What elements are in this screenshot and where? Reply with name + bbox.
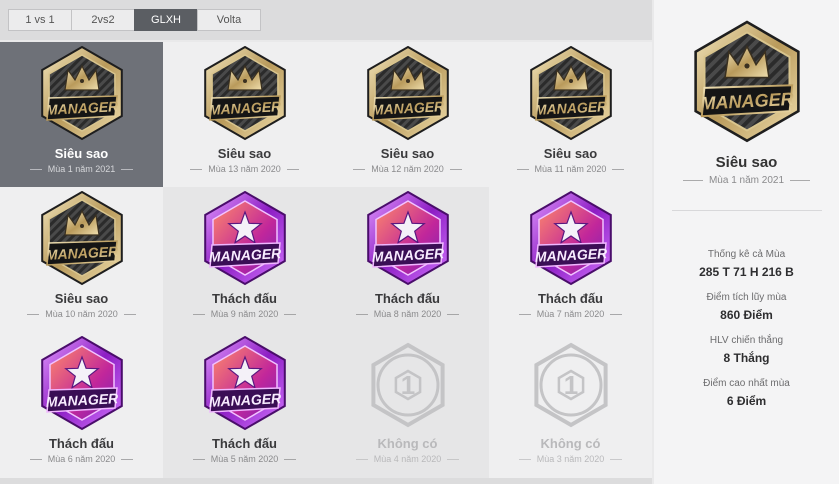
season-detail-panel: MANAGER Siêu sao Mùa 1 năm 2021 Thống kê…	[654, 0, 839, 484]
season-card-subtitle: Mùa 1 năm 2021	[47, 164, 116, 174]
season-card[interactable]: 1 Không có Mùa 4 năm 2020	[326, 332, 489, 478]
stat-value-points: 860 Điểm	[720, 308, 773, 322]
stat-value-season-record: 285 T 71 H 216 B	[699, 265, 794, 279]
detail-title: Siêu sao	[715, 154, 778, 171]
season-card-title: Thách đấu	[48, 436, 114, 451]
manager-crown-badge-icon: MANAGER	[40, 46, 123, 141]
season-card[interactable]: MANAGER Thách đấu Mùa 5 năm 2020	[163, 332, 326, 478]
season-card-subtitle: Mùa 9 năm 2020	[210, 309, 279, 319]
season-grid: MANAGER Siêu sao Mùa 1 năm 2021 MANAGER …	[0, 42, 652, 478]
stat-value-best-score: 6 Điểm	[726, 394, 767, 408]
manager-crown-badge-icon: MANAGER	[203, 46, 286, 141]
season-card-title: Siêu sao	[54, 291, 109, 306]
divider	[671, 210, 822, 211]
season-card[interactable]: MANAGER Thách đấu Mùa 8 năm 2020	[326, 187, 489, 332]
season-stats: Thống kê cả Mùa 285 T 71 H 216 B Điểm tí…	[699, 249, 794, 421]
season-card-title: Không có	[540, 436, 601, 451]
manager-star-badge-icon: MANAGER	[529, 191, 612, 286]
stat-value-manager-wins: 8 Thắng	[723, 351, 770, 365]
season-card-title: Siêu sao	[217, 146, 272, 161]
season-card-subtitle: Mùa 12 năm 2020	[371, 164, 444, 174]
manager-crown-badge-icon: MANAGER	[366, 46, 449, 141]
season-card-title: Siêu sao	[543, 146, 598, 161]
season-card-title: Thách đấu	[374, 291, 440, 306]
season-card-subtitle: Mùa 10 năm 2020	[45, 309, 118, 319]
season-card[interactable]: MANAGER Siêu sao Mùa 13 năm 2020	[163, 42, 326, 187]
season-card[interactable]: MANAGER Thách đấu Mùa 7 năm 2020	[489, 187, 652, 332]
manager-crown-badge-icon: MANAGER	[40, 191, 123, 286]
manager-crown-badge-icon: MANAGER	[693, 20, 800, 143]
season-card[interactable]: MANAGER Siêu sao Mùa 10 năm 2020	[0, 187, 163, 332]
season-card-title: Siêu sao	[380, 146, 435, 161]
season-card-subtitle: Mùa 5 năm 2020	[210, 454, 279, 464]
season-card[interactable]: MANAGER Siêu sao Mùa 1 năm 2021	[0, 42, 163, 187]
season-card-subtitle: Mùa 3 năm 2020	[536, 454, 605, 464]
tab-2vs2[interactable]: 2vs2	[71, 9, 135, 31]
season-history-screen: 1 vs 1 2vs2 GLXH Volta MANAGER Siêu sao …	[0, 0, 839, 484]
stat-label-best-score: Điểm cao nhất mùa	[703, 378, 790, 389]
season-card-title: Thách đấu	[211, 436, 277, 451]
manager-crown-badge-icon: MANAGER	[529, 46, 612, 141]
empty-ball-badge-icon: 1	[533, 342, 608, 428]
season-card-subtitle: Mùa 8 năm 2020	[373, 309, 442, 319]
season-card-subtitle: Mùa 6 năm 2020	[47, 454, 116, 464]
season-card[interactable]: MANAGER Siêu sao Mùa 11 năm 2020	[489, 42, 652, 187]
season-card-subtitle: Mùa 7 năm 2020	[536, 309, 605, 319]
manager-star-badge-icon: MANAGER	[40, 336, 123, 431]
season-card-title: Không có	[377, 436, 438, 451]
stat-label-points: Điểm tích lũy mùa	[706, 292, 787, 303]
tab-glxh[interactable]: GLXH	[134, 9, 198, 31]
season-card[interactable]: MANAGER Thách đấu Mùa 9 năm 2020	[163, 187, 326, 332]
svg-text:1: 1	[400, 370, 414, 400]
stat-label-manager-wins: HLV chiến thắng	[709, 335, 784, 346]
manager-star-badge-icon: MANAGER	[203, 336, 286, 431]
svg-text:1: 1	[563, 370, 577, 400]
season-card[interactable]: 1 Không có Mùa 3 năm 2020	[489, 332, 652, 478]
manager-star-badge-icon: MANAGER	[203, 191, 286, 286]
empty-ball-badge-icon: 1	[370, 342, 445, 428]
manager-star-badge-icon: MANAGER	[366, 191, 449, 286]
season-card[interactable]: MANAGER Siêu sao Mùa 12 năm 2020	[326, 42, 489, 187]
season-card-title: Siêu sao	[54, 146, 109, 161]
bottom-border	[0, 478, 652, 484]
tab-1vs1[interactable]: 1 vs 1	[8, 9, 72, 31]
season-card-subtitle: Mùa 4 năm 2020	[373, 454, 442, 464]
season-card[interactable]: MANAGER Thách đấu Mùa 6 năm 2020	[0, 332, 163, 478]
stat-label-season-record: Thống kê cả Mùa	[707, 249, 786, 260]
season-card-subtitle: Mùa 11 năm 2020	[534, 164, 607, 174]
season-card-title: Thách đấu	[537, 291, 603, 306]
season-card-subtitle: Mùa 13 năm 2020	[208, 164, 281, 174]
detail-subtitle: Mùa 1 năm 2021	[708, 175, 785, 186]
mode-tab-bar: 1 vs 1 2vs2 GLXH Volta	[0, 0, 652, 40]
tab-volta[interactable]: Volta	[197, 9, 261, 31]
season-card-title: Thách đấu	[211, 291, 277, 306]
